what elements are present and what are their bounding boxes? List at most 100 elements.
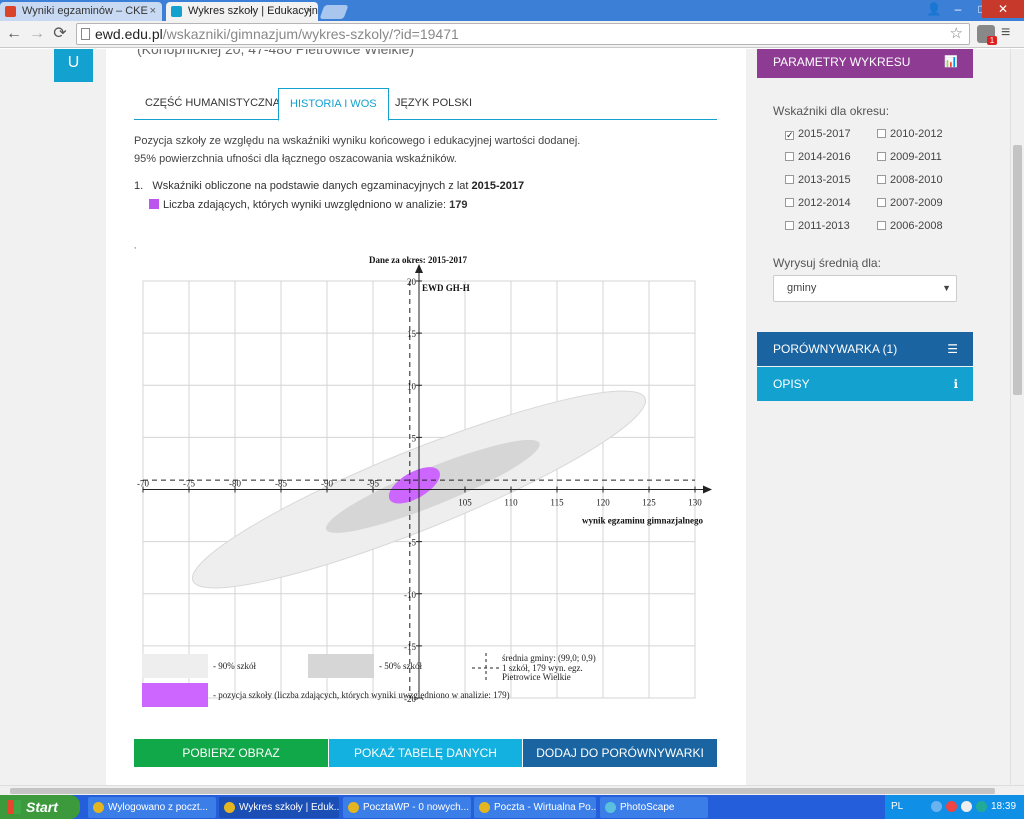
windows-taskbar: Start Wylogowano z poczt... Wykres szkoł… <box>0 795 1024 819</box>
period-checkbox-2007-2009[interactable]: 2007-2009 <box>877 197 943 209</box>
close-tab-icon[interactable]: × <box>306 2 312 21</box>
tab-czesc-humanistyczna[interactable]: CZĘŚĆ HUMANISTYCZNA <box>134 88 291 120</box>
checkbox-label: 2010-2012 <box>890 128 943 140</box>
checkbox-box[interactable] <box>877 175 886 184</box>
checkbox-box[interactable] <box>877 129 886 138</box>
chart-parameters-header[interactable]: PARAMETRY WYKRESU 📊 <box>757 49 973 78</box>
y-axis-label: EWD GH-H <box>422 283 470 293</box>
checkbox-label: 2006-2008 <box>890 220 943 232</box>
y-tick-label: -15 <box>404 642 416 652</box>
tab-title: Wyniki egzaminów – CKE <box>22 5 148 17</box>
x-tick-label: -70 <box>137 479 149 489</box>
add-to-comparison-button[interactable]: DODAJ DO PORÓWNYWARKI <box>523 739 717 767</box>
confidence-note: 95% powierzchnia ufności dla łącznego os… <box>134 153 457 165</box>
checkbox-box[interactable]: ✓ <box>785 131 794 140</box>
system-tray: PL 18:39 <box>885 795 1024 819</box>
show-data-table-button[interactable]: POKAŻ TABELĘ DANYCH <box>329 739 522 767</box>
address-bar[interactable]: ewd.edu.pl/wskazniki/gimnazjum/wykres-sz… <box>76 23 970 45</box>
chart-parameters-title: PARAMETRY WYKRESU <box>773 55 911 69</box>
checkbox-box[interactable] <box>877 198 886 207</box>
taskbar-item[interactable]: Wykres szkoły | Eduk... <box>219 797 339 818</box>
horizontal-scrollbar[interactable] <box>0 785 1024 795</box>
bookmark-star-icon[interactable]: ☆ <box>950 24 963 44</box>
close-tab-icon[interactable]: × <box>150 2 156 21</box>
tray-network-icon[interactable] <box>931 801 942 812</box>
tab-historia-i-wos[interactable]: HISTORIA I WOS <box>278 88 389 121</box>
tray-app-icon[interactable] <box>976 801 987 812</box>
browser-tab-cke[interactable]: Wyniki egzaminów – CKE × <box>0 2 162 21</box>
start-button[interactable]: Start <box>0 795 80 819</box>
taskbar-item-label: PhotoScape <box>620 802 675 813</box>
checkbox-label: 2015-2017 <box>798 128 851 140</box>
extension-badge: 1 <box>987 36 997 45</box>
close-window-button[interactable]: ✕ <box>982 0 1024 18</box>
download-image-button[interactable]: POBIERZ OBRAZ <box>134 739 328 767</box>
info-icon: ℹ <box>953 377 958 391</box>
taskbar-item[interactable]: PhotoScape <box>600 797 708 818</box>
x-tick-label: 130 <box>688 498 702 508</box>
forward-button[interactable]: → <box>26 24 48 44</box>
descriptions-panel-header[interactable]: OPISY ℹ <box>757 367 973 401</box>
period-checkbox-2009-2011[interactable]: 2009-2011 <box>877 151 942 163</box>
taskbar-item-label: Wykres szkoły | Eduk... <box>239 802 339 813</box>
comparison-panel-header[interactable]: PORÓWNYWARKA (1) ☰ <box>757 332 973 366</box>
tab-title: Wykres szkoły | Edukacyjna <box>188 5 318 17</box>
tray-volume-icon[interactable] <box>961 801 972 812</box>
checkbox-label: 2007-2009 <box>890 197 943 209</box>
checkbox-box[interactable] <box>877 221 886 230</box>
start-label: Start <box>26 799 58 815</box>
taskbar-item-label: Poczta - Wirtualna Po... <box>494 802 596 813</box>
taskbar-item-label: PocztaWP - 0 nowych... <box>363 802 469 813</box>
mean-marker-icon <box>472 653 500 683</box>
browser-menu-icon[interactable]: ≡ <box>1001 24 1010 42</box>
checkbox-box[interactable] <box>785 221 794 230</box>
period-checkbox-2014-2016[interactable]: 2014-2016 <box>785 151 851 163</box>
period-checkbox-2008-2010[interactable]: 2008-2010 <box>877 174 943 186</box>
x-axis-arrow <box>703 485 712 494</box>
taskbar-item[interactable]: Poczta - Wirtualna Po... <box>474 797 596 818</box>
browser-tab-wykres[interactable]: Wykres szkoły | Edukacyjna × <box>166 2 318 21</box>
checkbox-box[interactable] <box>785 198 794 207</box>
checkbox-box[interactable] <box>785 152 794 161</box>
minimize-button[interactable]: – <box>946 0 970 18</box>
scrollbar-thumb[interactable] <box>10 788 995 794</box>
taskbar-item[interactable]: Wylogowano z poczt... <box>88 797 216 818</box>
mean-for-value: gminy <box>787 282 817 294</box>
reload-button[interactable]: ⟳ <box>49 24 71 44</box>
user-icon[interactable]: 👤 <box>922 0 946 18</box>
browser-toolbar: ← → ⟳ ewd.edu.pl/wskazniki/gimnazjum/wyk… <box>0 21 1024 48</box>
chrome-icon <box>224 802 235 813</box>
tab-jezyk-polski[interactable]: JĘZYK POLSKI <box>384 88 483 120</box>
x-tick-label: -75 <box>183 479 195 489</box>
x-tick-label: -85 <box>275 479 287 489</box>
period-checkbox-2015-2017[interactable]: ✓ 2015-2017 <box>785 128 851 140</box>
scrollbar-thumb[interactable] <box>1013 145 1022 395</box>
taskbar-item[interactable]: PocztaWP - 0 nowych... <box>343 797 471 818</box>
back-button[interactable]: ← <box>3 24 25 44</box>
checkbox-box[interactable] <box>877 152 886 161</box>
new-tab-button[interactable] <box>319 5 349 19</box>
checkbox-label: 2012-2014 <box>798 197 851 209</box>
indicator-point: 1. Wskaźniki obliczone na podstawie dany… <box>134 180 524 192</box>
period-checkbox-2006-2008[interactable]: 2006-2008 <box>877 220 943 232</box>
subject-tabs: CZĘŚĆ HUMANISTYCZNA HISTORIA I WOS JĘZYK… <box>134 88 717 121</box>
checkbox-label: 2009-2011 <box>890 151 942 163</box>
checkbox-box[interactable] <box>785 175 794 184</box>
period-checkbox-2011-2013[interactable]: 2011-2013 <box>785 220 850 232</box>
mean-for-select[interactable]: gminy ▼ <box>773 275 957 302</box>
chrome-icon <box>93 802 104 813</box>
chart-title: Dane za okres: 2015-2017 <box>369 255 468 265</box>
school-address: (Konopnickiej 20, 47-480 Pietrowice Wiel… <box>137 49 415 57</box>
x-tick-label: -90 <box>321 479 333 489</box>
period-checkbox-2010-2012[interactable]: 2010-2012 <box>877 128 943 140</box>
period-checkbox-2012-2014[interactable]: 2012-2014 <box>785 197 851 209</box>
period-checkbox-2013-2015[interactable]: 2013-2015 <box>785 174 851 186</box>
language-indicator[interactable]: PL <box>891 795 903 819</box>
vertical-scrollbar[interactable] <box>1010 49 1024 785</box>
tray-security-icon[interactable] <box>946 801 957 812</box>
y-axis-arrow <box>415 264 423 273</box>
point-number: 1. <box>134 180 144 192</box>
count-value: 179 <box>449 199 468 211</box>
legend-school-label: - pozycja szkoły (liczba zdających, któr… <box>213 690 510 700</box>
checkbox-label: 2011-2013 <box>798 220 850 232</box>
